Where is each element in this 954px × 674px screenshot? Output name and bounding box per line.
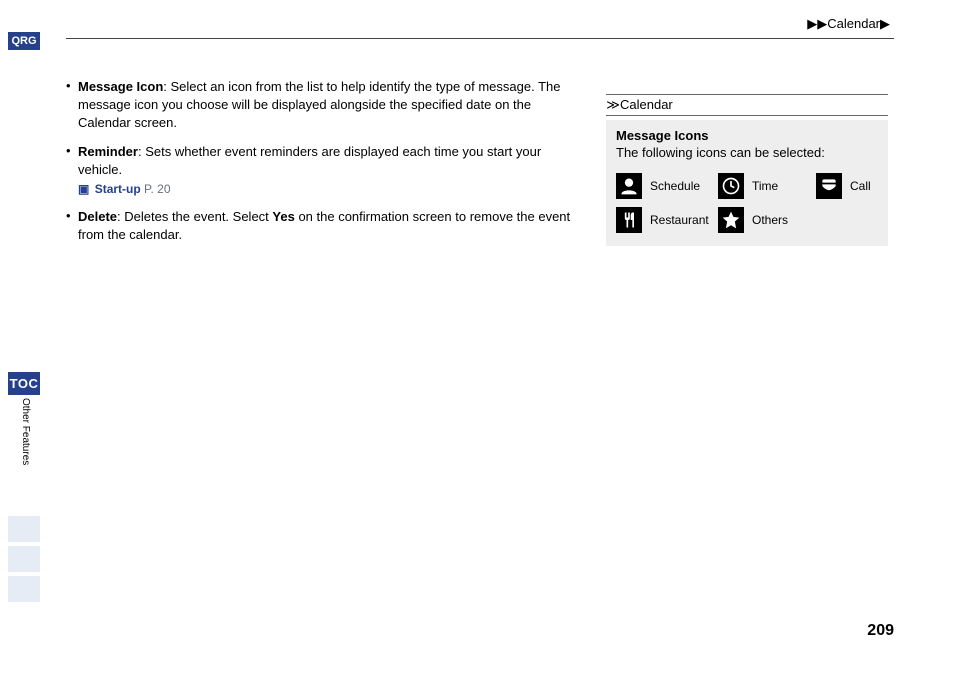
label-schedule: Schedule [650, 179, 712, 193]
voice-button[interactable] [8, 516, 40, 542]
time-icon [718, 173, 744, 199]
bullet-dot: • [66, 78, 78, 133]
sidebar-header-icon: ≫ [606, 97, 620, 113]
xref-startup[interactable]: ▣ Start-up P. 20 [78, 181, 586, 198]
term-delete: Delete [78, 209, 117, 224]
xref-label: Start-up [95, 182, 141, 196]
term-yes: Yes [272, 209, 294, 224]
text-reminder: : Sets whether event reminders are displ… [78, 144, 541, 177]
toc-badge[interactable]: TOC [8, 372, 40, 395]
header-rule [66, 38, 894, 39]
term-message-icon: Message Icon [78, 79, 163, 94]
sidebar-header: ≫Calendar [606, 94, 888, 116]
label-restaurant: Restaurant [650, 213, 712, 227]
text-delete-before: : Deletes the event. Select [117, 209, 272, 224]
sidebar: ≫Calendar Message Icons The following ic… [606, 94, 888, 246]
xref-icon: ▣ [78, 182, 89, 196]
bullet-delete: Delete: Deletes the event. Select Yes on… [78, 208, 586, 244]
icon-grid: Schedule Time Call Restaurant Others [616, 170, 878, 236]
xref-page: P. 20 [144, 182, 170, 196]
sidebar-title: Message Icons [616, 128, 878, 143]
info-button[interactable] [8, 546, 40, 572]
section-label: Other Features [20, 398, 31, 465]
bullet-reminder: Reminder: Sets whether event reminders a… [78, 143, 586, 198]
qrg-badge[interactable]: QRG [8, 32, 40, 50]
home-button[interactable] [8, 576, 40, 602]
schedule-icon [616, 173, 642, 199]
label-others: Others [752, 213, 810, 227]
restaurant-icon [616, 207, 642, 233]
main-content: • Message Icon: Select an icon from the … [66, 78, 586, 254]
page-number: 209 [867, 622, 894, 640]
call-icon [816, 173, 842, 199]
label-call: Call [850, 179, 908, 193]
label-time: Time [752, 179, 810, 193]
bullet-message-icon: Message Icon: Select an icon from the li… [78, 78, 586, 133]
sidebar-desc: The following icons can be selected: [616, 145, 878, 160]
others-icon [718, 207, 744, 233]
bullet-dot: • [66, 143, 78, 198]
breadcrumb: ▶▶Calendar▶ [807, 16, 890, 32]
sidebar-header-text: Calendar [620, 97, 673, 112]
term-reminder: Reminder [78, 144, 138, 159]
sidebar-box: Message Icons The following icons can be… [606, 120, 888, 246]
bullet-dot: • [66, 208, 78, 244]
